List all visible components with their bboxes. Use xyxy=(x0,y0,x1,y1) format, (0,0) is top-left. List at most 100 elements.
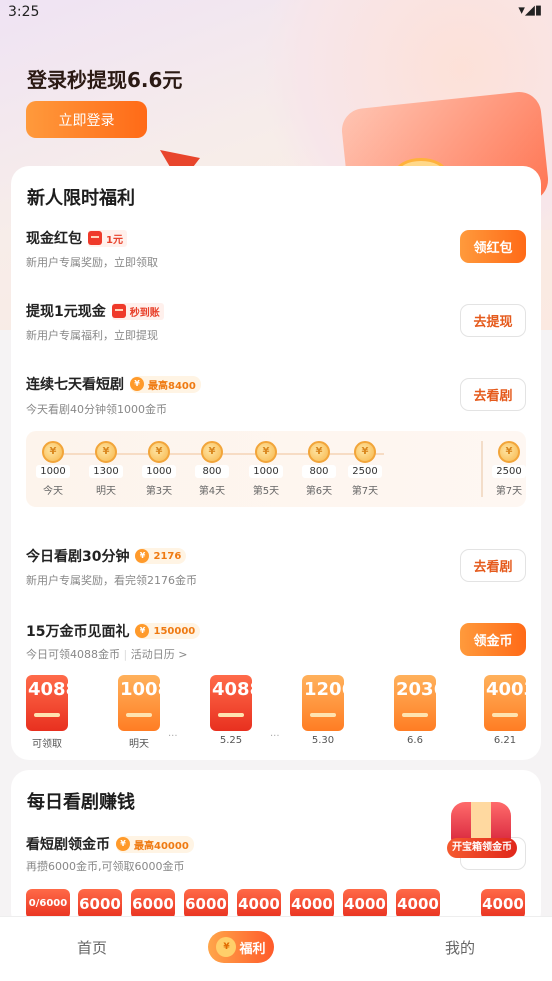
streak-track: ¥1000 今天 ¥1300 明天 ¥1000 第3天 ¥800 第4天 ¥1000 第5… xyxy=(26,431,526,507)
watch-drama-button[interactable]: 去看剧 xyxy=(460,378,526,411)
tab-home[interactable]: 首页 xyxy=(77,937,107,958)
instant-badge: 秒到账 xyxy=(111,302,164,320)
withdraw-button[interactable]: 去提现 xyxy=(460,304,526,337)
coin-icon: ¥ xyxy=(135,624,150,638)
envelope-label: 6.6 xyxy=(407,735,423,746)
envelope[interactable]: 2036 xyxy=(394,675,436,731)
gift-title: 15万金币见面礼 ¥150000 xyxy=(26,621,201,641)
streak-label: 第7天 xyxy=(495,486,523,497)
reward-chip[interactable]: 6000 xyxy=(78,889,122,919)
coin-icon: ¥ xyxy=(42,441,64,463)
envelope[interactable]: 12066 xyxy=(302,675,344,731)
claim-coins-button[interactable]: 领金币 xyxy=(460,623,526,656)
streak-label: 第5天 xyxy=(252,486,280,497)
login-button[interactable]: 立即登录 xyxy=(26,101,147,138)
coin-icon: ¥ xyxy=(255,441,277,463)
coin-badge: ¥150000 xyxy=(135,623,201,639)
coin-icon: ¥ xyxy=(148,441,170,463)
coin-icon: ¥ xyxy=(135,549,150,563)
streak-amount: 1300 xyxy=(89,465,123,478)
row-title-text: 现金红包 xyxy=(26,231,82,247)
gift-sub: 今日可领4088金币 | 活动日历 > xyxy=(26,648,188,661)
login-headline: 登录秒提现6.6元 xyxy=(27,68,183,92)
streak-day: ¥1000 第3天 xyxy=(137,441,181,497)
claim-redpacket-button[interactable]: 领红包 xyxy=(460,230,526,263)
withdraw-sub: 新用户专属福利，立即提现 xyxy=(26,329,158,342)
streak-label: 第3天 xyxy=(145,486,173,497)
streak-amount: 800 xyxy=(195,465,229,478)
coin-icon: ¥ xyxy=(116,837,130,851)
streak-amount: 1000 xyxy=(249,465,283,478)
envelope[interactable]: 4088 xyxy=(26,675,68,731)
drama-coins-sub: 再攒6000金币,可领取6000金币 xyxy=(26,860,185,873)
streak-label: 明天 xyxy=(96,486,116,497)
tab-welfare[interactable]: ¥ 福利 xyxy=(208,931,274,963)
streak-day: ¥800 第4天 xyxy=(190,441,234,497)
reward-chip[interactable]: 4000 xyxy=(481,889,525,919)
reward-chip[interactable]: 4000 xyxy=(237,889,281,919)
streak-day: ¥1300 明天 xyxy=(84,441,128,497)
envelope-label: 6.21 xyxy=(493,735,517,746)
coin-stack-icon: ¥ xyxy=(498,441,520,463)
reward-chip[interactable]: 6000 xyxy=(131,889,175,919)
coin-icon: ¥ xyxy=(354,441,376,463)
seven-day-title: 连续七天看短剧 ¥ 最高8400 xyxy=(26,374,201,394)
reward-progress: 0/6000 xyxy=(26,889,70,919)
streak-day-final: ¥2500 第7天 xyxy=(487,441,531,497)
streak-day: ¥800 第6天 xyxy=(297,441,341,497)
cash-redpacket-sub: 新用户专属奖励，立即领取 xyxy=(26,256,158,269)
treasure-chest-icon[interactable]: 开宝箱领金币 xyxy=(447,800,517,860)
reward-chip[interactable]: 6000 xyxy=(184,889,228,919)
redpacket-icon xyxy=(88,231,102,245)
envelope-label: 5.30 xyxy=(311,735,335,746)
streak-amount: 800 xyxy=(302,465,336,478)
coin-icon: ¥ xyxy=(201,441,223,463)
gift-envelopes: 4088 可领取 10088 明天 ··· 4088 5.25 ··· 1206… xyxy=(26,673,531,753)
streak-label: 第4天 xyxy=(198,486,226,497)
streak-label: 今天 xyxy=(43,486,63,497)
newcomer-card: 新人限时福利 现金红包 1元 新用户专属奖励，立即领取 领红包 提现1元现金 秒… xyxy=(11,166,541,760)
streak-day: ¥1000 今天 xyxy=(31,441,75,497)
tab-mine[interactable]: 我的 xyxy=(445,937,475,958)
bottom-tab-bar: 首页 ¥ 福利 我的 xyxy=(0,916,552,981)
newcomer-title: 新人限时福利 xyxy=(27,188,135,209)
envelope[interactable]: 10088 xyxy=(118,675,160,731)
row-title-text: 提现1元现金 xyxy=(26,304,106,320)
redpacket-icon xyxy=(111,304,126,318)
streak-label: 第6天 xyxy=(305,486,333,497)
cash-redpacket-title: 现金红包 1元 xyxy=(26,228,127,248)
ellipsis: ··· xyxy=(270,731,280,742)
activity-calendar-link[interactable]: 活动日历 > xyxy=(131,648,188,661)
row-title-text: 15万金币见面礼 xyxy=(26,624,130,640)
daily-title: 每日看剧赚钱 xyxy=(27,792,135,813)
streak-amount: 1000 xyxy=(36,465,70,478)
gift-sub-text: 今日可领4088金币 xyxy=(26,648,120,661)
daily-reward-row: 0/6000 6000 6000 6000 4000 4000 4000 400… xyxy=(26,889,526,919)
reward-chip[interactable]: 4000 xyxy=(343,889,387,919)
streak-amount: 2500 xyxy=(492,465,526,478)
streak-amount: 2500 xyxy=(348,465,382,478)
envelope-label: 5.25 xyxy=(219,735,243,746)
envelope[interactable]: 4088 xyxy=(210,675,252,731)
badge-text: 1元 xyxy=(106,234,123,246)
envelope-label: 明天 xyxy=(129,739,149,750)
status-bar: 3:25 ▾◢▮ xyxy=(0,0,552,24)
reward-chip[interactable]: 4000 xyxy=(290,889,334,919)
streak-divider xyxy=(481,441,483,497)
row-title-text: 连续七天看短剧 xyxy=(26,377,124,393)
badge-text: 最高8400 xyxy=(148,380,196,392)
welfare-icon: ¥ xyxy=(216,937,237,957)
watch30-title: 今日看剧30分钟 ¥2176 xyxy=(26,546,187,566)
streak-day: ¥2500 第7天 xyxy=(343,441,387,497)
coin-badge: ¥ 最高40000 xyxy=(116,835,194,853)
streak-amount: 1000 xyxy=(142,465,176,478)
reward-chip[interactable]: 4000 xyxy=(396,889,440,919)
coin-badge: ¥ 最高8400 xyxy=(130,375,201,393)
watch-drama-30-button[interactable]: 去看剧 xyxy=(460,549,526,582)
coin-icon: ¥ xyxy=(308,441,330,463)
seven-day-sub: 今天看剧40分钟领1000金币 xyxy=(26,403,167,416)
envelope[interactable]: 40036 xyxy=(484,675,526,731)
row-title-text: 今日看剧30分钟 xyxy=(26,549,130,565)
drama-coins-title: 看短剧领金币 ¥ 最高40000 xyxy=(26,834,194,854)
ellipsis: ··· xyxy=(168,731,178,742)
